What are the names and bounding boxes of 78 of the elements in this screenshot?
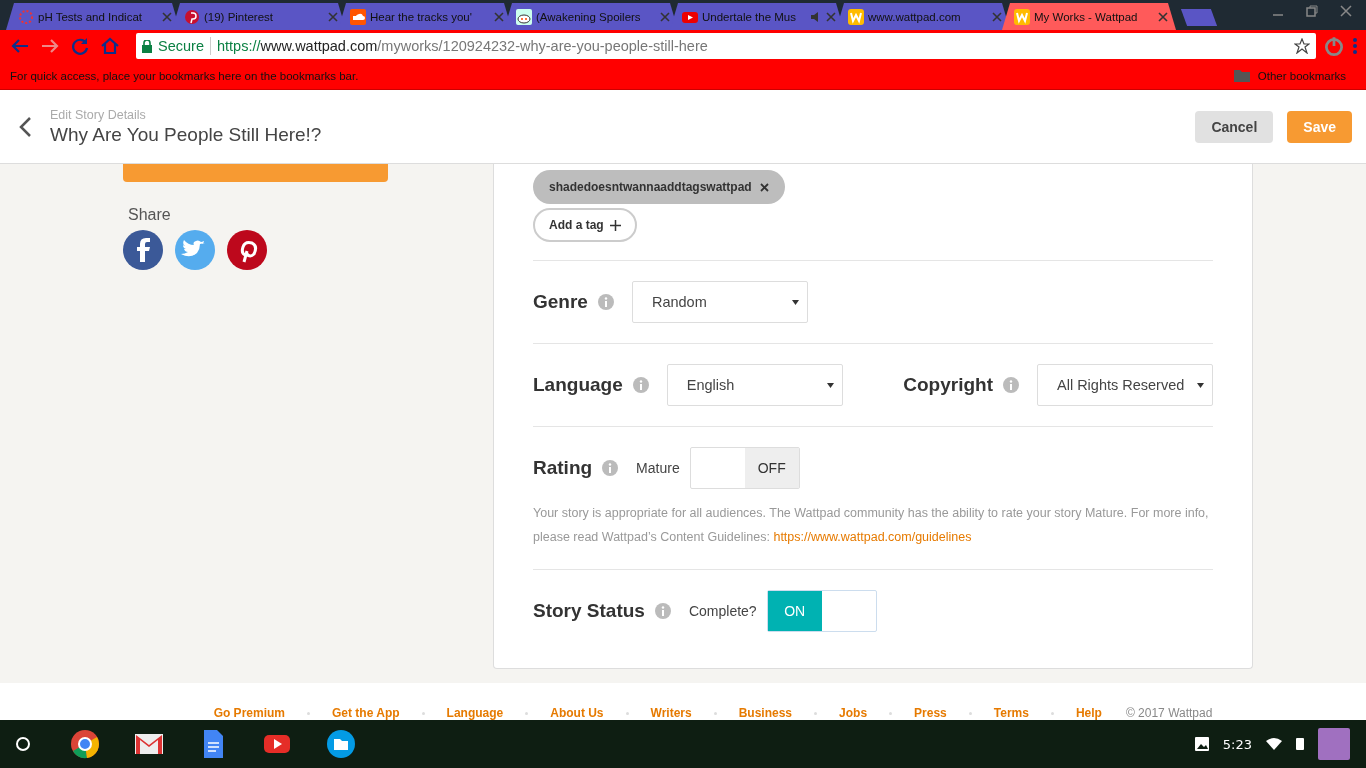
toggle-switch[interactable]: ON (766, 590, 877, 632)
maximize-icon[interactable] (1306, 5, 1318, 17)
field-label: Story Status (533, 600, 645, 622)
wifi-icon (1266, 738, 1282, 750)
rating-note: Your story is appropriate for all audiences. The Wattpad community has the ability to rate your story Mature. For more info, please read Wattpad’s Content Guidelines: https://www.wattpad.com/guidelines (533, 505, 1210, 546)
field-label: Copyright (903, 374, 993, 396)
browser-tab[interactable]: My Works - Wattpad (1002, 3, 1176, 30)
remove-icon[interactable] (759, 182, 769, 192)
footer-link[interactable]: Press (914, 706, 947, 720)
close-icon[interactable] (992, 11, 1002, 22)
copyright-select[interactable]: All Rights Reserved (1037, 364, 1213, 406)
close-icon[interactable] (162, 11, 172, 22)
address-bar[interactable]: Secure https://www.wattpad.com/myworks/120924232-why-are-you-people-still-here (136, 33, 1316, 59)
w-logo-icon (1014, 8, 1030, 25)
plus-icon (609, 219, 621, 231)
close-icon[interactable] (494, 11, 504, 22)
switch-label: Complete? (688, 603, 757, 619)
clock-time[interactable]: 5:23 (1222, 736, 1252, 752)
close-icon[interactable] (1340, 5, 1352, 17)
alien-icon (516, 8, 532, 25)
w-logo-icon (848, 8, 864, 25)
footer-link[interactable]: Jobs (839, 706, 868, 720)
page-subtitle: Edit Story Details (50, 107, 147, 122)
caret-icon (791, 299, 799, 305)
close-icon[interactable] (328, 11, 338, 22)
url-text: https://www.wattpad.com/myworks/120924232-why-are-you-people-still-here (216, 38, 708, 54)
info-icon[interactable] (632, 377, 649, 393)
bookmarks-hint: For quick access, place your bookmarks here on the bookmarks bar. (10, 69, 359, 82)
more-menu-icon[interactable] (1352, 36, 1358, 56)
lock-icon (142, 39, 152, 53)
image-icon[interactable] (1194, 737, 1209, 751)
bird-icon[interactable] (175, 230, 215, 270)
language-select[interactable]: English (666, 364, 843, 406)
cloud-icon (350, 8, 366, 25)
star-icon[interactable] (1294, 38, 1310, 54)
add-tag-button[interactable]: Add a tag (533, 208, 637, 242)
genre-select[interactable]: Random (631, 281, 808, 323)
guidelines-link[interactable]: https://www.wattpad.com/guidelines (773, 530, 972, 544)
folder-icon[interactable] (326, 729, 356, 759)
tag-chip: shadedoesntwannaaddtagswattpad (533, 170, 785, 204)
folder-icon (1233, 69, 1250, 82)
field-label: Language (533, 374, 623, 396)
ring-icon (18, 8, 34, 25)
battery-icon (1296, 738, 1304, 750)
copyright-text: © 2017 Wattpad (1125, 706, 1213, 720)
browser-icon[interactable] (70, 729, 100, 759)
share-label: Share (128, 206, 172, 224)
info-icon[interactable] (602, 460, 619, 476)
footer-link[interactable]: Writers (650, 706, 692, 720)
other-bookmarks[interactable]: Other bookmarks (1233, 69, 1356, 82)
close-icon[interactable] (826, 11, 836, 22)
toggle-switch[interactable]: OFF (689, 447, 800, 489)
footer-link[interactable]: Terms (993, 706, 1029, 720)
footer-link[interactable]: Business (738, 706, 793, 720)
secure-label: Secure (158, 38, 204, 54)
footer-link[interactable]: Help (1075, 706, 1102, 720)
new-tab-button[interactable] (1180, 9, 1218, 26)
switch-label: Mature (636, 460, 680, 476)
pin-icon (184, 8, 200, 25)
footer-link[interactable]: Go Premium (213, 706, 285, 720)
info-icon[interactable] (597, 294, 614, 310)
footer-link[interactable]: About Us (550, 706, 604, 720)
save-button[interactable]: Save (1287, 110, 1352, 143)
caret-icon (826, 382, 834, 388)
footer-link[interactable]: Get the App (332, 706, 400, 720)
footer-link[interactable]: Language (446, 706, 504, 720)
field-label: Genre (533, 291, 588, 313)
facebook-icon[interactable] (123, 230, 163, 270)
launcher-button[interactable] (16, 737, 30, 751)
cancel-button[interactable]: Cancel (1195, 110, 1274, 143)
field-label: Rating (533, 457, 593, 479)
info-icon[interactable] (1003, 377, 1019, 393)
pin-icon[interactable] (227, 230, 267, 270)
story-title: Why Are You People Still Here!? (50, 123, 322, 146)
close-icon[interactable] (1158, 11, 1168, 22)
info-icon[interactable] (654, 603, 671, 619)
caret-icon (1197, 382, 1204, 388)
close-icon[interactable] (660, 11, 670, 22)
